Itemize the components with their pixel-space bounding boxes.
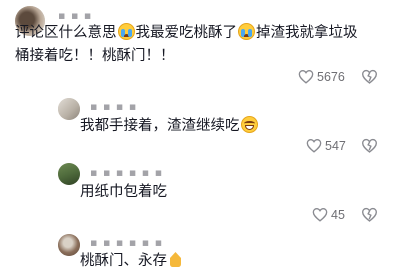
like-count: 45 [331,207,345,222]
reply-1: ▪ ▪ ▪ ▪ 我都手接着，渣渣继续吃 547 [0,95,393,158]
like-count: 5676 [317,69,345,84]
laughing-face-icon [240,116,258,133]
comment-text[interactable]: 我都手接着，渣渣继续吃 [80,114,259,139]
loudly-crying-face-icon [117,23,135,40]
comment-1: ▪ ▪ ▪ 评论区什么意思 我最爱吃桃酥了 掉渣我就拿垃圾 桶接着吃！！桃酥门！！ … [0,0,393,95]
avatar[interactable] [58,163,80,185]
like-button[interactable]: 5676 [298,69,345,84]
like-button[interactable]: 547 [306,138,346,153]
like-count: 547 [325,138,346,153]
username[interactable]: ▪ ▪ ▪ ▪ ▪ ▪ [90,236,163,249]
folded-hands-icon [168,251,183,268]
username[interactable]: ▪ ▪ ▪ ▪ [90,100,137,113]
username[interactable]: ▪ ▪ ▪ ▪ ▪ ▪ [90,166,163,179]
avatar[interactable] [58,98,80,120]
heart-icon [306,139,322,153]
comment-text[interactable]: 用纸巾包着吃 [80,180,167,205]
dislike-icon[interactable] [361,138,378,153]
comment-text[interactable]: 桃酥门、永存 [80,249,184,274]
reply-2: ▪ ▪ ▪ ▪ ▪ ▪ 用纸巾包着吃 45 [0,160,393,228]
heart-icon [312,208,328,222]
dislike-icon[interactable] [361,69,378,84]
comment-text-line-2[interactable]: 桶接着吃！！桃酥门！！ [15,44,175,69]
avatar[interactable] [58,234,80,256]
like-button[interactable]: 45 [312,207,345,222]
reply-3: ▪ ▪ ▪ ▪ ▪ ▪ 桃酥门、永存 [0,232,393,269]
heart-icon [298,70,314,84]
dislike-icon[interactable] [361,207,378,222]
comment-text[interactable]: 评论区什么意思 我最爱吃桃酥了 掉渣我就拿垃圾 [15,21,358,46]
loudly-crying-face-icon [238,23,255,40]
